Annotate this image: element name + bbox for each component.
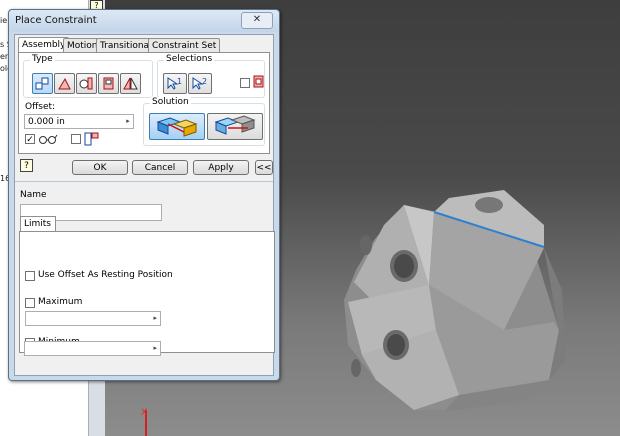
browser-fragment: ie [0, 16, 8, 25]
offset-spin-icon[interactable]: ▸ [123, 115, 133, 128]
symmetry-icon [123, 77, 138, 90]
tangent-icon [79, 77, 93, 90]
chevron-right-icon: ▸ [153, 344, 157, 352]
minimum-input[interactable]: ▸ [24, 341, 161, 356]
symmetry-button[interactable] [120, 73, 141, 94]
mate-solution-icon [156, 117, 198, 137]
selection-2-number: 2 [202, 77, 208, 86]
tangent-button[interactable] [76, 73, 97, 94]
tab-transitional[interactable]: Transitional [96, 38, 156, 53]
help-button[interactable]: ? [20, 159, 33, 172]
x-axis-label: X [141, 408, 148, 418]
mate-icon [35, 77, 49, 90]
selections-group-label: Selections [164, 54, 215, 64]
pick-part-first-icon [253, 75, 264, 88]
divider [15, 181, 273, 182]
use-offset-label: Use Offset As Resting Position [38, 270, 173, 280]
flush-solution-button[interactable] [207, 113, 263, 140]
selection-1-number: 1 [177, 77, 183, 86]
selection-1-button[interactable]: 1 [163, 73, 187, 94]
offset-label: Offset: [25, 102, 56, 112]
tab-limits[interactable]: Limits [20, 216, 56, 231]
tab-assembly[interactable]: Assembly [18, 37, 70, 53]
mate-solution-button[interactable] [149, 113, 205, 140]
predict-offset-checkbox[interactable] [71, 134, 81, 144]
glasses-icon [39, 134, 58, 144]
insert-icon [103, 77, 114, 90]
ok-button[interactable]: OK [72, 160, 128, 175]
show-preview-checkbox[interactable]: ✓ [25, 134, 35, 145]
insert-button[interactable] [98, 73, 119, 94]
limits-panel: Use Offset As Resting Position Maximum ▸… [19, 231, 275, 353]
tab-constraint-set[interactable]: Constraint Set [148, 38, 221, 53]
angle-icon [58, 77, 71, 90]
chevron-right-icon: ▸ [153, 314, 157, 322]
apply-button[interactable]: Apply [193, 160, 249, 175]
pick-part-first-checkbox[interactable] [240, 78, 250, 88]
name-label: Name [20, 190, 47, 200]
type-group-label: Type [30, 54, 55, 64]
maximum-checkbox[interactable] [25, 298, 35, 308]
selection-2-button[interactable]: 2 [188, 73, 212, 94]
assembly-tab-panel: Type Selections 1 2 Offset: 0.000 in ▸ ✓… [18, 52, 270, 154]
flush-solution-icon [214, 115, 256, 135]
maximum-label: Maximum [38, 297, 83, 307]
mate-button[interactable] [32, 73, 53, 94]
dialog-titlebar[interactable]: Place Constraint ✕ [9, 10, 279, 32]
offset-value: 0.000 in [28, 117, 65, 127]
place-constraint-dialog: Place Constraint ✕ Assembly Motion Trans… [8, 9, 280, 381]
dialog-title: Place Constraint [15, 15, 97, 26]
offset-input[interactable]: 0.000 in ▸ [24, 114, 134, 129]
cancel-button[interactable]: Cancel [132, 160, 188, 175]
angle-button[interactable] [54, 73, 75, 94]
maximum-input[interactable]: ▸ [25, 311, 161, 326]
collapse-button[interactable]: << [255, 160, 273, 175]
use-offset-checkbox[interactable] [25, 271, 35, 281]
close-button[interactable]: ✕ [241, 12, 273, 29]
predict-offset-icon [84, 132, 99, 146]
solution-group-label: Solution [150, 97, 191, 107]
